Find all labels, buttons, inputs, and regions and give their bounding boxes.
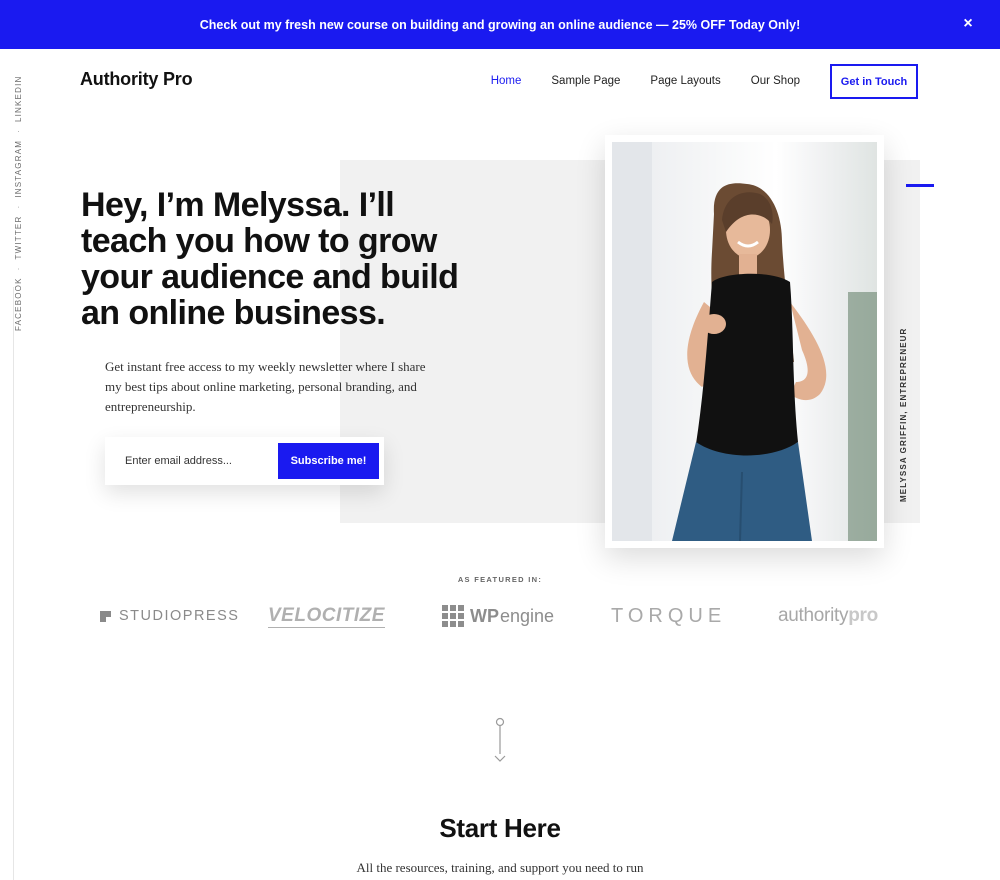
featured-logos: STUDIOPRESS VELOCITIZE WP engine TORQUE … [80,596,920,636]
nav-item-page-layouts[interactable]: Page Layouts [650,75,720,87]
logo-velocitize[interactable]: VELOCITIZE [268,605,385,628]
portrait-illustration [612,142,877,541]
logo-authoritypro-text: authority [778,605,849,626]
promo-banner-text[interactable]: Check out my fresh new course on buildin… [200,18,801,32]
social-link-instagram[interactable]: INSTAGRAM [14,140,23,198]
wpengine-grid-icon [442,605,464,627]
logo-velocitize-text: VELOCITIZE [268,605,385,626]
logo-torque-text: TORQUE [611,604,727,627]
hero-headline: Hey, I’m Melyssa. I’ll teach you how to … [81,186,459,332]
social-link-linkedin[interactable]: LINKEDIN [14,76,23,123]
logo-wpengine[interactable]: WP engine [442,596,554,636]
social-links: FACEBOOK · TWITTER · INSTAGRAM · LINKEDI… [14,76,23,331]
studiopress-square-icon [100,610,111,622]
social-separator: · [14,266,23,271]
close-icon[interactable]: × [958,14,978,34]
promo-banner[interactable]: Check out my fresh new course on buildin… [0,0,1000,49]
logo-studiopress-text: STUDIOPRESS [119,608,240,624]
nav-item-home[interactable]: Home [491,75,522,87]
logo-wpengine-text: engine [500,605,555,626]
logo-wpengine-bold: WP [470,605,499,626]
logo-authoritypro[interactable]: authority pro [778,596,878,636]
site-logo[interactable]: Authority Pro [80,69,193,90]
hero-intro-text: Get instant free access to my weekly new… [105,359,426,414]
portrait-frame [605,135,884,548]
start-here-subtitle: All the resources, training, and support… [356,860,644,875]
photo-caption: MELYSSA GRIFFIN, ENTREPRENEUR [899,327,908,502]
subscribe-button[interactable]: Subscribe me! [278,443,379,479]
social-separator: · [14,204,23,209]
get-in-touch-button[interactable]: Get in Touch [830,64,918,99]
logo-authoritypro-bold: pro [848,605,878,626]
start-here-title: Start Here [439,813,561,843]
social-separator: · [14,129,23,133]
nav-item-our-shop[interactable]: Our Shop [751,75,800,87]
social-link-facebook[interactable]: FACEBOOK [14,277,23,331]
email-input[interactable] [123,454,287,468]
social-rail: FACEBOOK · TWITTER · INSTAGRAM · LINKEDI… [0,49,28,880]
nav-item-sample-page[interactable]: Sample Page [551,75,620,87]
featured-label: AS FEATURED IN: [457,575,543,584]
newsletter-signup-form: Subscribe me! [105,437,384,485]
main-nav: Home Sample Page Page Layouts Our Shop [491,75,800,87]
scroll-down-icon[interactable] [492,716,508,766]
portrait-photo [612,142,877,541]
accent-dash [906,184,934,187]
social-link-twitter[interactable]: TWITTER [14,216,23,260]
logo-torque[interactable]: TORQUE [611,596,726,636]
logo-studiopress[interactable]: STUDIOPRESS [100,596,239,636]
